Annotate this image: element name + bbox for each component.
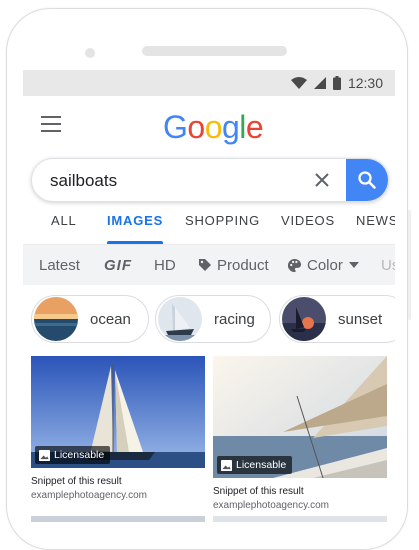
tag-icon [199,259,211,271]
filter-product-label: Product [217,256,269,274]
filter-bar: Latest GIF HD Product Color Us [23,245,395,285]
badge-label: Licensable [236,459,287,471]
result-source: examplephotoagency.com [31,490,147,501]
filter-usage[interactable]: Us [381,257,395,274]
search-box [31,158,389,202]
result-snippet: Snippet of this result [213,486,304,497]
filter-latest-label: Latest [39,256,80,274]
badge-label: Licensable [54,449,105,461]
tab-all[interactable]: ALL [51,206,77,244]
filter-color-label: Color [307,256,343,274]
related-chips: ocean racing sunset [23,295,395,347]
next-result-peek [31,516,205,522]
chip-racing[interactable]: racing [155,295,271,343]
image-icon [39,449,50,461]
licensable-badge: Licensable [217,456,293,474]
sunset-thumbnail [282,297,326,341]
chip-ocean[interactable]: ocean [31,295,149,343]
filter-gif[interactable]: GIF [104,257,132,274]
filter-hd-label: HD [154,256,176,274]
palette-icon [287,258,302,272]
tab-news[interactable]: NEWS [356,206,395,244]
phone-screen: 12:30 Google ALL IMAGES SHOPPING VIDEOS … [23,70,395,522]
filter-gif-label: GIF [104,256,132,274]
licensable-badge: Licensable [35,446,111,464]
ocean-thumbnail [34,297,78,341]
status-bar: 12:30 [23,70,395,96]
front-camera [85,48,95,58]
battery-icon [332,76,341,90]
google-logo[interactable]: Google [163,109,264,146]
clear-search-button[interactable] [312,170,332,190]
wifi-icon [290,77,307,89]
tab-images[interactable]: IMAGES [107,206,164,244]
racing-thumbnail [158,297,202,341]
result-source: examplephotoagency.com [213,500,329,511]
filter-color[interactable]: Color [287,257,359,274]
tab-videos[interactable]: VIDEOS [281,206,335,244]
filter-product[interactable]: Product [198,257,269,274]
result-image: Licensable [31,356,205,468]
next-result-peek [213,516,387,522]
app-bar: Google [23,96,395,156]
image-result[interactable]: Licensable Snippet of this result exampl… [213,356,387,511]
result-snippet: Snippet of this result [31,476,122,487]
tab-shopping[interactable]: SHOPPING [185,206,260,244]
chip-ocean-label: ocean [90,310,131,328]
chip-racing-label: racing [214,310,255,328]
signal-icon [313,77,326,89]
search-button[interactable] [346,159,388,201]
image-icon [221,459,232,471]
close-icon [315,173,329,187]
status-time: 12:30 [347,75,383,91]
earpiece-speaker [142,46,287,56]
chip-sunset-label: sunset [338,310,383,328]
side-button [408,210,411,320]
chevron-down-icon [348,262,359,268]
filter-latest[interactable]: Latest [39,257,80,274]
menu-icon[interactable] [41,116,61,132]
filter-usage-label: Us [381,256,395,274]
search-input[interactable] [48,159,302,201]
chip-sunset[interactable]: sunset [279,295,395,343]
search-icon [358,171,376,189]
search-tabs: ALL IMAGES SHOPPING VIDEOS NEWS [23,206,395,245]
filter-hd[interactable]: HD [154,257,176,274]
image-result[interactable]: Licensable Snippet of this result exampl… [31,356,205,501]
result-image: Licensable [213,356,387,478]
